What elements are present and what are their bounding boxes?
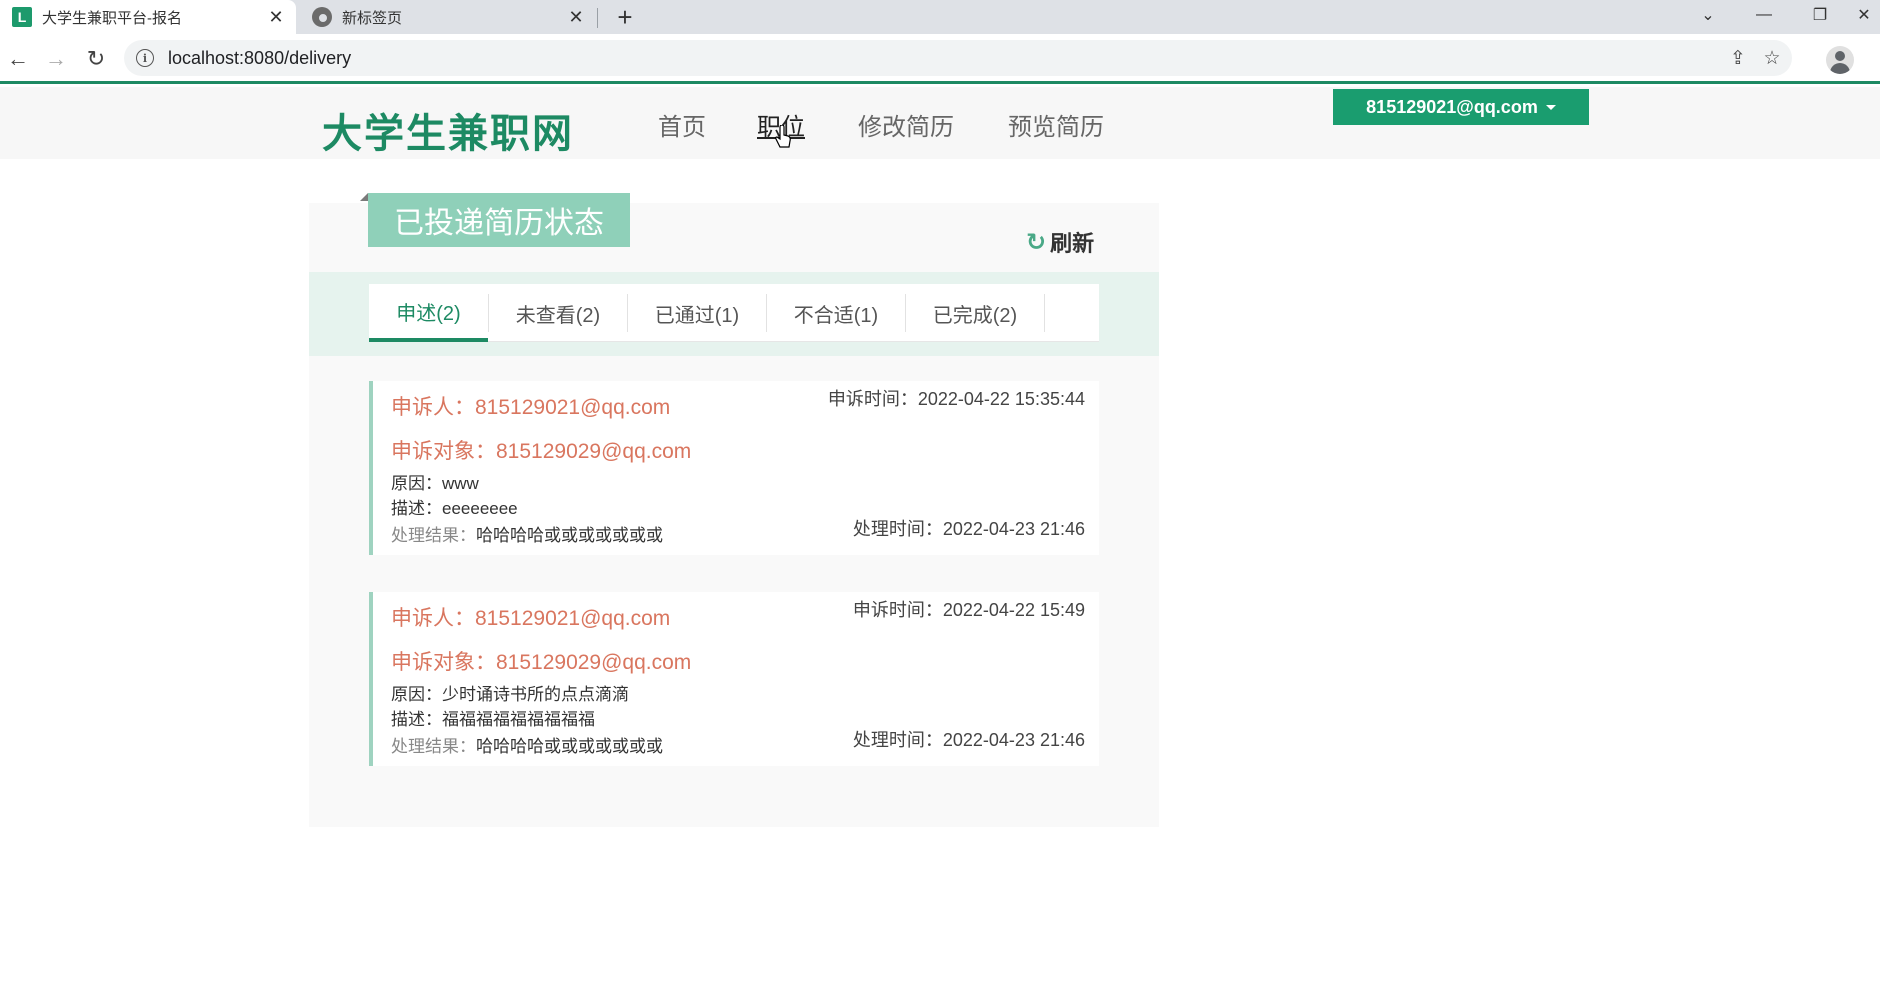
bookmark-star-icon[interactable]: ☆ [1758,44,1786,72]
minimize-icon[interactable]: — [1736,0,1792,30]
tab-divider [597,8,598,28]
complaint-card: 申诉人：815129021@qq.com 申诉时间：2022-04-22 15:… [369,592,1099,766]
complaint-reporter: 申诉人：815129021@qq.com [391,607,671,630]
close-tab-icon[interactable]: ✕ [262,3,290,31]
complaint-reason: 原因：少时诵诗书所的点点滴滴 [391,685,629,704]
tab-complaints[interactable]: 申述(2) [369,284,488,342]
refresh-icon: ↻ [1026,228,1047,256]
appeal-time: 申诉时间：2022-04-22 15:35:44 [827,389,1085,409]
close-window-icon[interactable]: ✕ [1848,0,1880,30]
browser-tab-bar: L 大学生兼职平台-报名 ✕ 新标签页 ✕ + ⌄ — ❐ ✕ [0,0,1880,34]
browser-toolbar: ← → ↻ i localhost:8080/delivery ⇪ ☆ [0,34,1880,84]
user-email: 815129021@qq.com [1366,96,1538,117]
reload-icon[interactable]: ↻ [80,43,112,75]
site-header: 大学生兼职网 首页 职位 修改简历 预览简历 815129021@qq.com [0,87,1880,159]
tab-title: 新标签页 [342,9,403,27]
nav-edit-resume[interactable]: 修改简历 [858,107,954,142]
tab-search-chevron-icon[interactable]: ⌄ [1680,0,1736,30]
complaint-result: 处理结果：哈哈哈哈或或或或或或或 [391,732,663,757]
tab-divider [1044,294,1045,332]
result-value: 哈哈哈哈或或或或或或或 [476,737,663,756]
result-value: 哈哈哈哈或或或或或或或 [476,526,663,545]
complaint-target: 申诉对象：815129029@qq.com [391,651,692,674]
refresh-label: 刷新 [1050,231,1095,256]
tab-title: 大学生兼职平台-报名 [42,9,182,27]
tab-passed[interactable]: 已通过(1) [628,284,766,342]
complaint-description: 描述：福福福福福福福福福 [391,710,595,729]
complaint-reason: 原因：www [391,474,479,493]
user-menu-button[interactable]: 815129021@qq.com [1333,89,1589,125]
url-text[interactable]: localhost:8080/delivery [168,48,351,69]
site-favicon-icon: L [12,7,32,27]
chrome-icon [312,7,332,27]
refresh-button[interactable]: ↻ 刷新 [1026,226,1094,258]
tab-completed[interactable]: 已完成(2) [906,284,1044,342]
complaint-description: 描述：eeeeeeee [391,499,518,518]
title-fold-corner [360,193,368,201]
new-tab-plus-icon[interactable]: + [608,2,642,32]
hand-cursor-icon [775,125,791,148]
complaint-reporter: 申诉人：815129021@qq.com [391,396,671,419]
share-icon[interactable]: ⇪ [1724,44,1752,72]
appeal-time: 申诉时间：2022-04-22 15:49 [852,600,1085,620]
browser-tab-newtab[interactable]: 新标签页 ✕ [300,0,596,34]
browser-tab-active[interactable]: L 大学生兼职平台-报名 ✕ [0,0,296,34]
complaint-target: 申诉对象：815129029@qq.com [391,440,692,463]
result-label: 处理结果： [391,526,476,545]
close-tab-icon[interactable]: ✕ [562,3,590,31]
complaint-result: 处理结果：哈哈哈哈或或或或或或或 [391,521,663,546]
panel-title: 已投递简历状态 [368,193,630,247]
site-info-icon[interactable]: i [136,49,154,67]
status-tabs: 申述(2) 未查看(2) 已通过(1) 不合适(1) 已完成(2) [369,284,1099,342]
restore-icon[interactable]: ❐ [1792,0,1848,30]
caret-down-icon [1545,104,1556,110]
nav-preview-resume[interactable]: 预览简历 [1008,107,1104,142]
process-time: 处理时间：2022-04-23 21:46 [852,519,1085,539]
address-bar[interactable]: i localhost:8080/delivery ⇪ ☆ [124,40,1792,76]
nav-home[interactable]: 首页 [658,107,706,142]
profile-avatar-icon[interactable] [1826,46,1854,74]
complaint-card: 申诉人：815129021@qq.com 申诉时间：2022-04-22 15:… [369,381,1099,555]
process-time: 处理时间：2022-04-23 21:46 [852,730,1085,750]
forward-arrow-icon[interactable]: → [40,43,72,75]
back-arrow-icon[interactable]: ← [2,43,34,75]
tab-unsuitable[interactable]: 不合适(1) [767,284,905,342]
result-label: 处理结果： [391,737,476,756]
site-logo[interactable]: 大学生兼职网 [322,101,574,159]
tab-unviewed[interactable]: 未查看(2) [489,284,627,342]
